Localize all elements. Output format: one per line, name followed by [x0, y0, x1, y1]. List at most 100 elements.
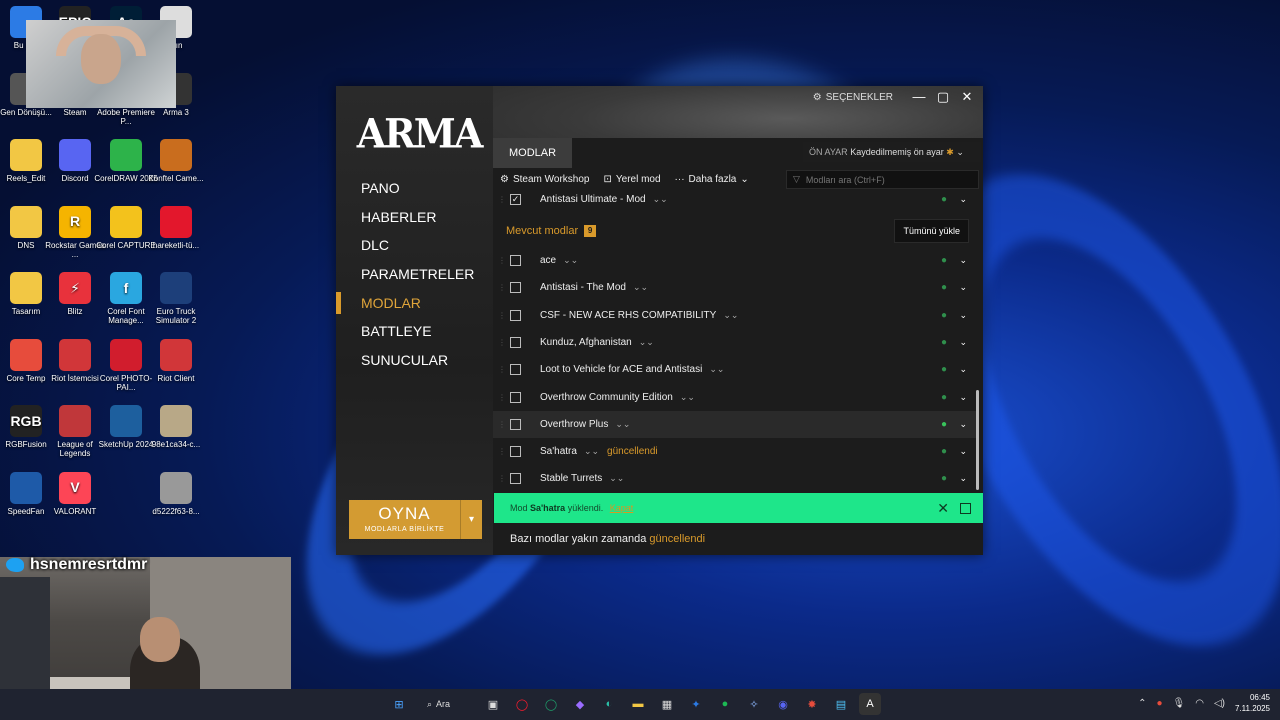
clock[interactable]: 06:45 7.11.2025 [1235, 692, 1270, 714]
desktop-icon[interactable]: 98e1ca34-c... [144, 405, 208, 449]
notepad-icon[interactable]: ▤ [830, 693, 852, 715]
chevron-down-icon[interactable]: ⌄ [959, 282, 967, 293]
chevron-down-icon[interactable]: ⌄ [959, 473, 967, 484]
local-mod-button[interactable]: ⊡ Yerel mod [603, 174, 660, 185]
mod-row[interactable]: ⋮ Overthrow Community Edition ⌄⌄ ● ⌄ [493, 384, 979, 411]
edge-icon[interactable]: ◐ [598, 693, 620, 715]
sidebar-item-pano[interactable]: PANO [336, 174, 493, 203]
chevron-down-icon[interactable]: ⌄ [959, 446, 967, 457]
pin-icon[interactable]: ● [941, 446, 947, 457]
task-view-icon[interactable]: ▣ [482, 693, 504, 715]
close-button[interactable]: ✕ [955, 87, 979, 107]
sidebar-item-parametreler[interactable]: PARAMETRELER [336, 260, 493, 289]
drag-handle-icon[interactable]: ⋮ [498, 195, 506, 204]
chevron-down-icon[interactable]: ⌄ [959, 364, 967, 375]
chevron-down-icon[interactable]: ⌄ [959, 392, 967, 403]
start-icon[interactable]: ⊞ [388, 693, 410, 715]
desktop-icon[interactable]: Euro Truck Simulator 2 [144, 272, 208, 325]
desktop-icon[interactable]: Riot Client [144, 338, 208, 383]
drag-handle-icon[interactable]: ⋮ [498, 256, 506, 265]
store-icon[interactable]: ▦ [656, 693, 678, 715]
steam-workshop-button[interactable]: ⚙ Steam Workshop [500, 174, 589, 185]
mod-row[interactable]: ⋮ Sa'hatra ⌄⌄ güncellendi ● ⌄ [493, 438, 979, 465]
mod-checkbox[interactable] [510, 473, 521, 485]
volume-icon[interactable]: ◁) [1214, 698, 1225, 709]
app-icon[interactable]: ✸ [801, 693, 823, 715]
desktop-icon[interactable]: d5222f63-8... [144, 471, 208, 516]
play-button[interactable]: OYNA MODLARLA BİRLİKTE ▾ [349, 500, 482, 539]
mod-row[interactable]: ⋮ Kunduz, Afghanistan ⌄⌄ ● ⌄ [493, 329, 979, 356]
mod-checkbox[interactable] [510, 282, 521, 294]
file-explorer-icon[interactable]: ▬ [627, 693, 649, 715]
preset-dropdown[interactable]: ÖN AYAR Kaydedilmemiş ön ayar ✱ ⌄ [803, 142, 981, 162]
pin-icon[interactable]: ● [941, 419, 947, 430]
desktop-icon[interactable]: hareketli-tü... [144, 205, 208, 250]
mod-checkbox[interactable] [510, 446, 521, 458]
desktop-icon[interactable]: V VALORANT [43, 471, 107, 516]
maximize-button[interactable]: ▢ [931, 87, 955, 107]
app-icon[interactable]: ✧ [743, 693, 765, 715]
mod-row[interactable]: ⋮ Antistasi - The Mod ⌄⌄ ● ⌄ [493, 274, 979, 301]
pin-icon[interactable]: ● [941, 337, 947, 348]
chevron-down-icon[interactable]: ⌄ [959, 337, 967, 348]
mod-checkbox[interactable] [510, 391, 521, 403]
drag-handle-icon[interactable]: ⋮ [498, 420, 506, 429]
taskbar-search[interactable]: ⌕ Ara [417, 693, 475, 715]
sidebar-item-modlar[interactable]: MODLAR [336, 289, 493, 318]
discord-icon[interactable]: ◉ [772, 693, 794, 715]
mod-row[interactable]: ⋮ Loot to Vehicle for ACE and Antistasi ⌄⌄… [493, 356, 979, 383]
arma-taskbar-icon[interactable]: A [859, 693, 881, 715]
tab-modlar[interactable]: MODLAR [493, 138, 572, 168]
notification-link[interactable]: Kapat [610, 503, 634, 513]
sidebar-item-dlc[interactable]: DLC [336, 231, 493, 260]
drag-handle-icon[interactable]: ⋮ [498, 447, 506, 456]
search-input[interactable] [805, 174, 966, 185]
mod-checkbox[interactable] [510, 255, 521, 266]
mod-row[interactable]: ⋮ CSF - NEW ACE RHS COMPATIBILITY ⌄⌄ ● ⌄ [493, 302, 979, 329]
scrollbar[interactable] [976, 390, 979, 490]
drag-handle-icon[interactable]: ⋮ [498, 393, 506, 402]
pin-icon[interactable]: ● [941, 473, 947, 484]
drag-handle-icon[interactable]: ⋮ [498, 283, 506, 292]
mod-row[interactable]: ⋮ ace ⌄⌄ ● ⌄ [493, 247, 979, 274]
drag-handle-icon[interactable]: ⋮ [498, 311, 506, 320]
chevron-down-icon[interactable]: ⌄ [959, 310, 967, 321]
app-icon[interactable]: ✦ [685, 693, 707, 715]
load-all-button[interactable]: Tümünü yükle [894, 219, 969, 243]
drag-handle-icon[interactable]: ⋮ [498, 474, 506, 483]
app-tray-icon[interactable]: ● [1156, 698, 1162, 709]
drag-handle-icon[interactable]: ⋮ [498, 338, 506, 347]
mod-checkbox[interactable] [510, 336, 521, 348]
mod-checkbox[interactable] [510, 364, 521, 376]
mod-row[interactable]: ⋮ ✓ Antistasi Ultimate - Mod ⌄⌄ ● ⌄ [493, 186, 979, 213]
pin-icon[interactable]: ● [941, 392, 947, 403]
chevron-down-icon[interactable]: ▾ [460, 500, 482, 539]
sidebar-item-haberler[interactable]: HABERLER [336, 203, 493, 232]
sidebar-item-sunucular[interactable]: SUNUCULAR [336, 346, 493, 375]
mod-row[interactable]: ⋮ Stable Turrets ⌄⌄ ● ⌄ [493, 465, 979, 492]
pin-icon[interactable]: ● [941, 310, 947, 321]
mod-row[interactable]: ⋮ Overthrow Plus ⌄⌄ ● ⌄ [493, 410, 979, 438]
close-icon[interactable]: ✕ [937, 500, 949, 517]
drag-handle-icon[interactable]: ⋮ [498, 365, 506, 374]
pin-icon[interactable]: ● [941, 194, 947, 205]
app-icon[interactable]: ◆ [569, 693, 591, 715]
mod-checkbox[interactable] [510, 309, 521, 321]
copy-icon[interactable] [960, 502, 971, 514]
minimize-button[interactable]: — [907, 87, 931, 107]
microphone-icon[interactable]: 🎙 [1173, 698, 1186, 709]
wifi-icon[interactable]: ◠ [1195, 698, 1204, 709]
desktop-icon[interactable]: Konftel Came... [144, 139, 208, 183]
mod-checkbox[interactable]: ✓ [510, 194, 521, 205]
more-button[interactable]: ··· Daha fazla ⌄ [675, 174, 749, 185]
chevron-down-icon[interactable]: ⌄ [959, 419, 967, 430]
sidebar-item-battleye[interactable]: BATTLEYE [336, 317, 493, 346]
settings-button[interactable]: ⚙ SEÇENEKLER [813, 92, 893, 103]
chevron-up-icon[interactable]: ⌃ [1138, 698, 1146, 709]
pin-icon[interactable]: ● [941, 364, 947, 375]
spotify-icon[interactable]: ● [714, 693, 736, 715]
mod-checkbox[interactable] [510, 418, 521, 430]
pin-icon[interactable]: ● [941, 282, 947, 293]
pin-icon[interactable]: ● [941, 255, 947, 266]
app-icon[interactable]: ◯ [540, 693, 562, 715]
